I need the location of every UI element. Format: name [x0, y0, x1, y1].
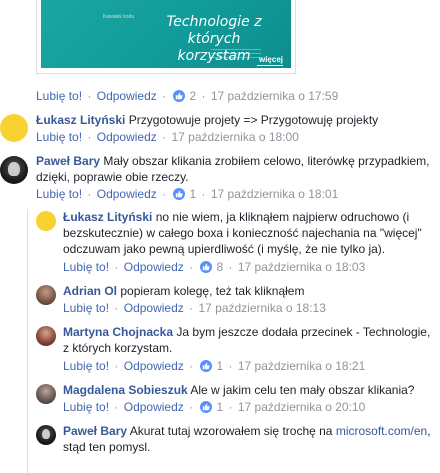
comment-actions: Lubię to! · Odpowiedz · 2 · 17 październ…	[36, 88, 339, 104]
like-count[interactable]: 8	[198, 259, 223, 275]
comment-author[interactable]: Łukasz Lityński	[63, 210, 152, 224]
like-link[interactable]: Lubię to!	[63, 260, 109, 274]
comment-timestamp[interactable]: 17 października o 17:59	[211, 89, 338, 103]
thumbs-up-icon	[173, 188, 186, 200]
like-link[interactable]: Lubię to!	[63, 400, 109, 414]
comment-author[interactable]: Paweł Bary	[63, 424, 127, 438]
reply-thread-line	[27, 209, 28, 473]
like-count[interactable]: 1	[171, 186, 196, 202]
thumbs-up-icon	[200, 261, 213, 273]
comment-body: Łukasz Lityński Przygotowuje projety => …	[36, 112, 436, 128]
comment-author[interactable]: Paweł Bary	[36, 154, 100, 168]
comment-actions: Lubię to! · Odpowiedz · 1 · 17 październ…	[36, 186, 339, 202]
comment-timestamp[interactable]: 17 października o 18:01	[211, 187, 338, 201]
comment-timestamp[interactable]: 17 października o 20:10	[238, 400, 365, 414]
comment-link[interactable]: microsoft.com/en	[336, 424, 427, 438]
avatar-pawel[interactable]	[36, 425, 56, 445]
comment-timestamp[interactable]: 17 października o 18:13	[198, 301, 325, 315]
reply-link[interactable]: Odpowiedz	[97, 130, 157, 144]
comment-author[interactable]: Magdalena Sobieszuk	[63, 383, 188, 397]
comment-author[interactable]: Martyna Chojnacka	[63, 325, 173, 339]
avatar-magdalena[interactable]	[36, 384, 56, 404]
comment-actions: Lubię to! · Odpowiedz · 1 · 17 październ…	[63, 358, 366, 374]
comment-body: Adrian Ol popieram kolegę, też tak klikn…	[63, 283, 439, 299]
reply-link[interactable]: Odpowiedz	[97, 187, 157, 201]
comment-timestamp[interactable]: 17 października o 18:00	[171, 130, 298, 144]
comment-text: Ale w jakim celu ten mały obszar klikani…	[190, 383, 415, 397]
reply-link[interactable]: Odpowiedz	[124, 260, 184, 274]
comment-text: Akurat tutaj wzorowałem się trochę na	[129, 424, 333, 438]
comment-body: Paweł Bary Akurat tutaj wzorowałem się t…	[63, 423, 439, 455]
preview-more-underline	[257, 65, 283, 66]
comment-author[interactable]: Adrian Ol	[63, 284, 117, 298]
avatar-lukasz[interactable]	[0, 114, 28, 142]
comment-actions: Lubię to! · Odpowiedz · 17 października …	[63, 301, 326, 315]
comment-author[interactable]: Łukasz Lityński	[36, 113, 125, 127]
reply-link[interactable]: Odpowiedz	[97, 89, 157, 103]
like-link[interactable]: Lubię to!	[63, 301, 109, 315]
preview-more-link[interactable]: więcej	[259, 55, 283, 64]
avatar-pawel[interactable]	[0, 156, 28, 184]
comment-body: Magdalena Sobieszuk Ale w jakim celu ten…	[63, 382, 439, 398]
like-link[interactable]: Lubię to!	[36, 130, 82, 144]
thumbs-up-icon	[200, 401, 213, 413]
comment-body: Paweł Bary Mały obszar klikania zrobiłem…	[36, 153, 436, 185]
comment-actions: Lubię to! · Odpowiedz · 1 · 17 październ…	[63, 399, 366, 415]
comment-text: popieram kolegę, też tak kliknąłem	[120, 284, 305, 298]
reply-link[interactable]: Odpowiedz	[124, 359, 184, 373]
thumbs-up-icon	[200, 360, 213, 372]
comment-timestamp[interactable]: 17 października o 18:03	[238, 260, 365, 274]
comment-body: Martyna Chojnacka Ja bym jeszcze dodała …	[63, 324, 439, 356]
like-link[interactable]: Lubię to!	[36, 187, 82, 201]
like-count[interactable]: 1	[198, 358, 223, 374]
preview-decorative-lines	[211, 49, 261, 61]
reply-link[interactable]: Odpowiedz	[124, 400, 184, 414]
comment-actions: Lubię to! · Odpowiedz · 8 · 17 październ…	[63, 259, 366, 275]
avatar-martyna[interactable]	[36, 326, 56, 346]
avatar-lukasz[interactable]	[36, 211, 56, 231]
comment-body: Łukasz Lityński no nie wiem, ja kliknąłe…	[63, 209, 439, 257]
avatar-adrian[interactable]	[36, 285, 56, 305]
link-preview-card[interactable]: Kawałek kodu Technologie z których korzy…	[36, 0, 296, 74]
reply-link[interactable]: Odpowiedz	[124, 301, 184, 315]
like-count[interactable]: 1	[198, 399, 223, 415]
comment-actions: Lubię to! · Odpowiedz · 17 października …	[36, 130, 299, 144]
thumbs-up-icon	[173, 90, 186, 102]
comment-timestamp[interactable]: 17 października o 18:21	[238, 359, 365, 373]
like-link[interactable]: Lubię to!	[36, 89, 82, 103]
like-link[interactable]: Lubię to!	[63, 359, 109, 373]
like-count[interactable]: 2	[171, 88, 196, 104]
comment-text: Przygotowuje projety => Przygotowuję pro…	[128, 113, 379, 127]
preview-small-text: Kawałek kodu	[103, 14, 135, 20]
link-preview-image[interactable]: Kawałek kodu Technologie z których korzy…	[41, 0, 291, 68]
